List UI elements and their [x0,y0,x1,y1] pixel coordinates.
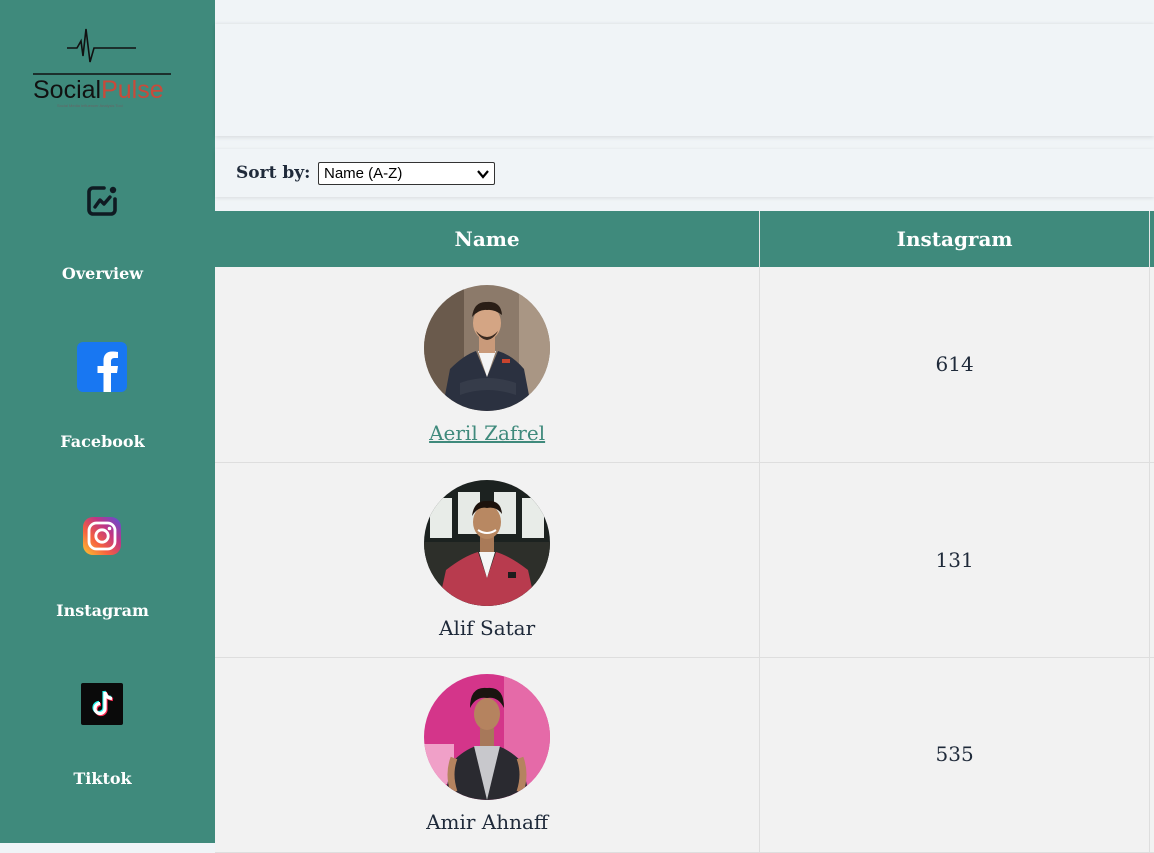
sort-selected-value: Name (A-Z) [324,165,402,182]
person-avatar [424,480,550,606]
sidebar-item-facebook[interactable]: Facebook [0,342,205,472]
instagram-cell: 131 [760,462,1150,657]
sort-label: Sort by: [236,163,310,183]
name-cell: Aeril Zafrel [215,267,760,462]
table-row: Amir Ahnaff 535 [215,657,1154,852]
column-header-instagram[interactable]: Instagram [760,211,1150,267]
table-row: Alif Satar 131 [215,462,1154,657]
name-cell: Alif Satar [215,462,760,657]
instagram-cell: 614 [760,267,1150,462]
sidebar-item-instagram[interactable]: Instagram [0,511,205,641]
sidebar: SocialPulse Social Media Influencer Anal… [0,0,215,843]
brand-name-part1: Social [33,76,101,104]
top-strip [215,0,1154,21]
name-cell: Amir Ahnaff [215,657,760,852]
sidebar-item-label: Tiktok [0,769,205,788]
next-cell [1150,657,1154,852]
table-row: Aeril Zafrel 614 [215,267,1154,462]
sidebar-item-label: Instagram [0,601,205,620]
person-avatar [424,285,550,411]
sidebar-item-overview[interactable]: Overview [0,176,205,306]
brand-tagline: Social Media Influencer Analysis Tool [57,103,123,108]
brand-name: SocialPulse [33,76,164,105]
column-header-next [1150,211,1154,267]
chart-edit-icon [77,176,127,226]
person-name: Alif Satar [215,616,759,640]
instagram-cell: 535 [760,657,1150,852]
next-cell [1150,267,1154,462]
instagram-icon [77,511,127,561]
header-banner [215,24,1154,136]
sort-bar: Sort by: Name (A-Z) [215,149,1154,197]
influencer-table: Name Instagram [215,211,1154,853]
column-header-name[interactable]: Name [215,211,760,267]
next-cell [1150,462,1154,657]
sort-select[interactable]: Name (A-Z) [318,162,495,185]
brand-name-part2: Pulse [101,76,164,104]
sidebar-item-label: Facebook [0,432,205,451]
person-name: Amir Ahnaff [215,810,759,834]
brand-logo[interactable]: SocialPulse Social Media Influencer Anal… [30,26,175,116]
person-avatar [424,674,550,800]
sidebar-item-tiktok[interactable]: Tiktok [0,679,205,809]
table-header-row: Name Instagram [215,211,1154,267]
sidebar-item-label: Overview [0,264,205,283]
facebook-icon [77,342,127,392]
person-name-link[interactable]: Aeril Zafrel [215,421,759,445]
chevron-down-icon [476,167,490,181]
tiktok-icon [77,679,127,729]
